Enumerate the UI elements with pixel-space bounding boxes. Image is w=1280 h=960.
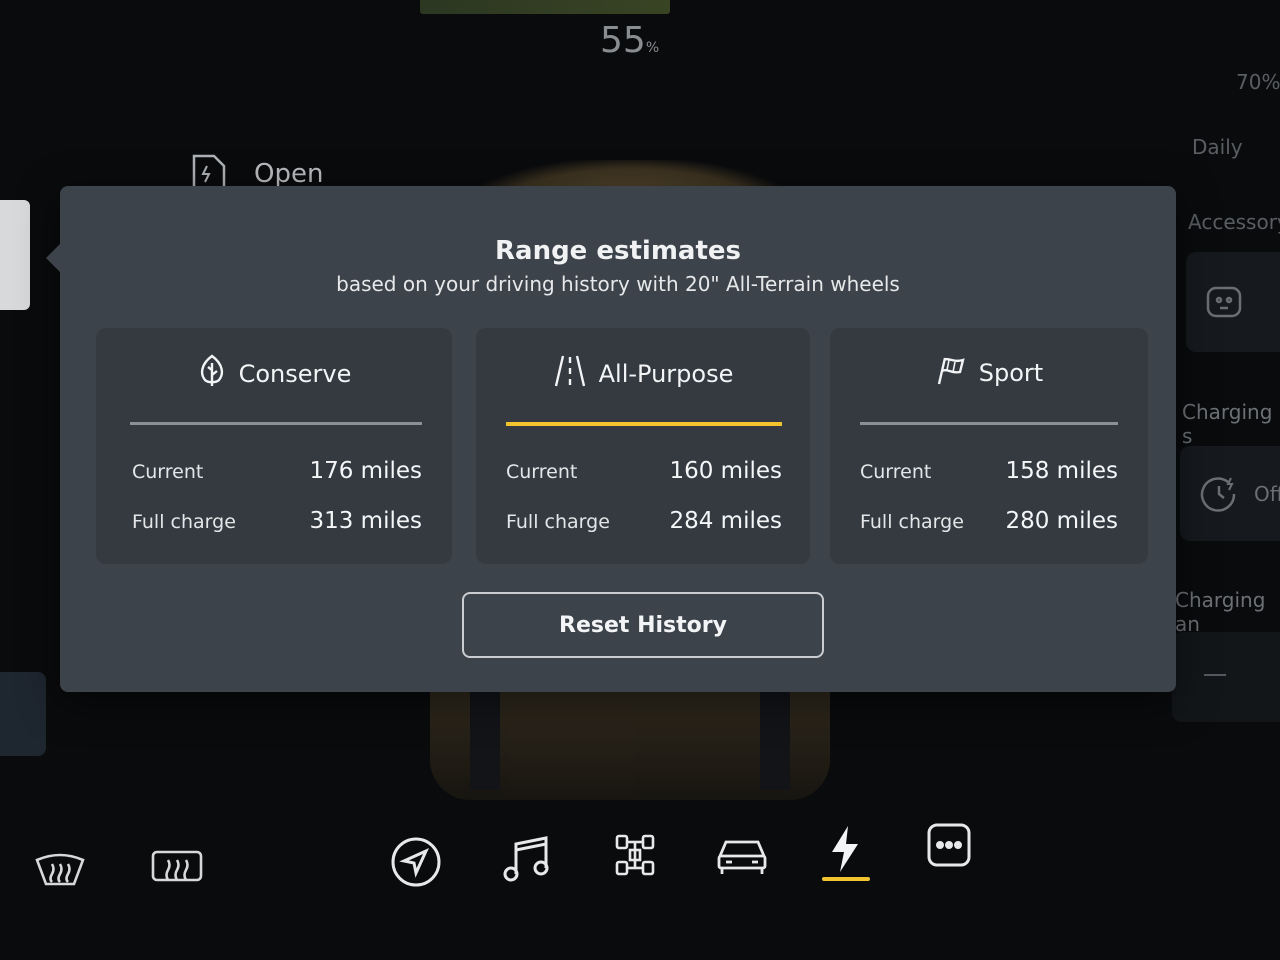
current-label: Current [860,461,932,483]
full-charge-value: 313 miles [309,508,422,534]
dash-icon [1204,674,1226,676]
current-range-row: Current 158 miles [860,458,1118,484]
modal-subtitle: based on your driving history with 20" A… [336,272,900,296]
full-charge-label: Full charge [506,511,610,533]
schedule-icon [1198,472,1240,518]
flag-icon [935,354,967,392]
full-charge-value: 280 miles [1005,508,1118,534]
mode-name: All-Purpose [598,360,734,388]
side-daily-label: Daily [1192,135,1243,159]
mode-header: Conserve [96,354,452,394]
drivetrain-icon[interactable] [612,830,658,880]
current-range-row: Current 176 miles [132,458,422,484]
navigation-icon[interactable] [390,836,442,888]
side-charging-card[interactable] [1172,632,1280,722]
full-charge-row: Full charge 284 miles [506,508,782,534]
mode-selection-indicator [130,422,422,425]
modal-pointer [46,244,60,272]
vehicle-icon[interactable] [716,834,768,876]
vehicle-image-bottom [430,680,830,800]
mode-header: Sport [830,354,1148,392]
mode-header: All-Purpose [476,354,810,394]
charge-port-status: Open [254,159,324,189]
mode-name: Conserve [238,360,352,388]
current-value: 158 miles [1005,458,1118,484]
side-charging-label: Charging an [1175,588,1266,636]
reset-history-button[interactable]: Reset History [462,592,824,658]
leaf-icon [197,354,227,394]
full-charge-row: Full charge 313 miles [132,508,422,534]
schedule-status: Off [1254,482,1280,506]
charging-icon[interactable] [828,824,862,874]
current-range-row: Current 160 miles [506,458,782,484]
mode-selection-indicator [860,422,1118,425]
range-estimates-modal: Range estimates based on your driving hi… [46,186,1176,692]
music-icon[interactable] [502,834,552,884]
mode-card-all-purpose[interactable]: All-Purpose Current 160 miles Full charg… [476,328,810,564]
full-charge-row: Full charge 280 miles [860,508,1118,534]
current-label: Current [506,461,578,483]
full-charge-label: Full charge [860,511,964,533]
mode-name: Sport [978,359,1044,387]
mode-card-sport[interactable]: Sport Current 158 miles Full charge 280 … [830,328,1148,564]
side-charging-schedule-label: Charging s [1182,400,1273,448]
more-icon[interactable] [926,822,972,868]
outlet-icon [1204,282,1244,326]
side-outlet-card[interactable] [1186,252,1280,352]
bottom-nav-bar [0,810,1280,960]
side-accessory-label: Accessory [1188,210,1280,234]
left-panel-tab-secondary[interactable] [0,672,46,756]
front-defrost-icon[interactable] [34,850,86,890]
full-charge-label: Full charge [132,511,236,533]
current-value: 176 miles [309,458,422,484]
modal-title: Range estimates [495,236,741,266]
mode-selection-indicator-active [506,422,782,426]
full-charge-value: 284 miles [669,508,782,534]
left-panel-tab[interactable] [0,200,30,310]
battery-percent: 55% [600,20,660,61]
current-label: Current [132,461,204,483]
road-icon [553,354,587,394]
battery-level-bar [420,0,670,14]
side-charge-limit: 70% [1236,70,1280,94]
rear-defrost-icon[interactable] [150,848,204,888]
current-value: 160 miles [669,458,782,484]
mode-card-conserve[interactable]: Conserve Current 176 miles Full charge 3… [96,328,452,564]
active-tab-indicator [822,877,870,881]
side-charging-schedule-card[interactable]: Off [1180,446,1280,541]
